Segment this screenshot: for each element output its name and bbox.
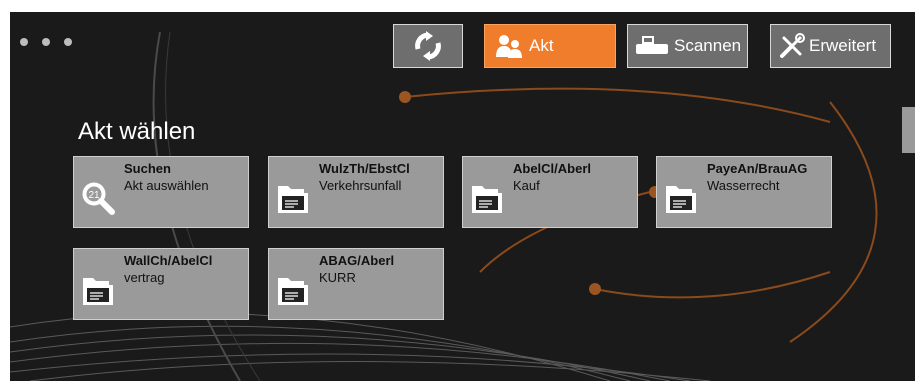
refresh-button[interactable] (393, 24, 463, 68)
search-card[interactable]: 21 Suchen Akt auswählen (73, 156, 249, 228)
card-subtitle: Verkehrsunfall (319, 178, 402, 193)
scanner-icon (636, 36, 668, 54)
card-title: Suchen (124, 161, 171, 176)
card-title: WallCh/AbelCl (124, 253, 213, 268)
case-card[interactable]: ABAG/Aberl KURR (268, 248, 444, 320)
menu-dot (20, 38, 28, 46)
folder-icon (83, 278, 113, 305)
folder-icon (278, 278, 308, 305)
page-title: Akt wählen (78, 118, 196, 145)
search-badge: 21 (88, 190, 100, 201)
advanced-label: Erweitert (809, 36, 877, 55)
window-menu-dots[interactable] (20, 38, 72, 46)
card-subtitle: Wasserrecht (707, 178, 780, 193)
menu-dot (64, 38, 72, 46)
folder-icon (472, 186, 502, 213)
case-card[interactable]: PayeAn/BrauAG Wasserrecht (656, 156, 832, 228)
case-card[interactable]: AbelCl/Aberl Kauf (462, 156, 638, 228)
refresh-icon (415, 31, 441, 61)
search-icon: 21 (82, 182, 115, 215)
case-card[interactable]: WallCh/AbelCl vertrag (73, 248, 249, 320)
scan-label: Scannen (674, 36, 742, 55)
card-title: PayeAn/BrauAG (707, 161, 808, 176)
folder-icon (278, 186, 308, 213)
card-title: ABAG/Aberl (319, 253, 395, 268)
folder-icon (666, 186, 696, 213)
card-subtitle: KURR (319, 270, 356, 285)
scrollbar-thumb[interactable] (902, 107, 915, 153)
scan-button[interactable]: Scannen (627, 24, 748, 68)
card-subtitle: Akt auswählen (124, 178, 209, 193)
akt-label: Akt (529, 36, 554, 55)
akt-button[interactable]: Akt (484, 24, 616, 68)
advanced-button[interactable]: Erweitert (770, 24, 891, 68)
case-card[interactable]: WulzTh/EbstCl Verkehrsunfall (268, 156, 444, 228)
people-icon (496, 35, 522, 58)
app-window: Akt Scannen Erweitert Akt wählen 21 Such… (10, 12, 915, 381)
menu-dot (42, 38, 50, 46)
card-title: AbelCl/Aberl (513, 161, 592, 176)
card-subtitle: Kauf (513, 178, 540, 193)
tools-icon (780, 33, 805, 58)
card-title: WulzTh/EbstCl (319, 161, 410, 176)
card-subtitle: vertrag (124, 270, 165, 285)
